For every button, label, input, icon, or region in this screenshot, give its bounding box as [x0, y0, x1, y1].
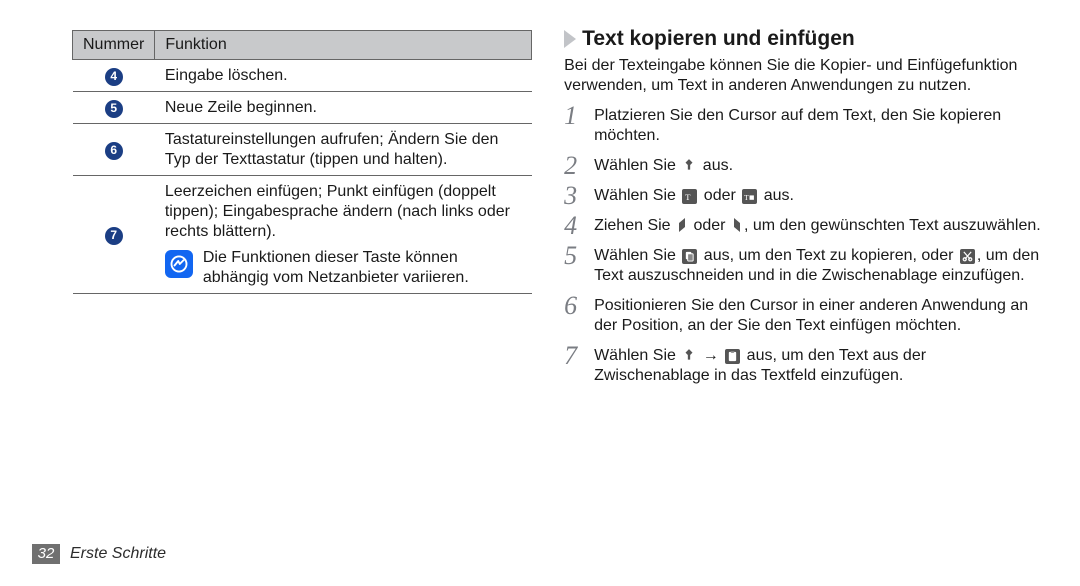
- heading-text: Text kopieren und einfügen: [582, 26, 855, 52]
- steps-list: Platzieren Sie den Cursor auf dem Text, …: [564, 106, 1046, 386]
- step-text: , um den gewünschten Text auszuwählen.: [744, 217, 1041, 234]
- note-text: Die Funktionen dieser Taste können abhän…: [203, 248, 522, 288]
- step-1: Platzieren Sie den Cursor auf dem Text, …: [564, 106, 1046, 146]
- step-5: Wählen Sie aus, um den Text zu kopieren,…: [564, 246, 1046, 286]
- step-text: aus, um den Text zu kopieren, oder: [699, 247, 958, 264]
- svg-text:T: T: [744, 193, 749, 202]
- paste-icon: [725, 349, 740, 364]
- step-text: Wählen Sie: [594, 247, 680, 264]
- cut-icon: [960, 249, 975, 264]
- number-badge-icon: 7: [105, 227, 123, 245]
- table-row: 5 Neue Zeile beginnen.: [73, 92, 532, 124]
- handle-left-icon: [677, 218, 687, 233]
- row-number-cell: 5: [73, 92, 155, 124]
- table-row: 4 Eingabe löschen.: [73, 60, 532, 92]
- table-row: 6 Tastatureinstellungen aufrufen; Ändern…: [73, 124, 532, 176]
- row-number-cell: 6: [73, 124, 155, 176]
- row-function-cell: Neue Zeile beginnen.: [155, 92, 532, 124]
- step-text: Wählen Sie: [594, 157, 680, 174]
- row-function-text: Leerzeichen einfügen; Punkt einfügen (do…: [165, 182, 522, 242]
- left-column: Nummer Funktion 4 Eingabe löschen. 5 Neu…: [72, 26, 544, 586]
- step-7: Wählen Sie → aus, um den Text aus der Zw…: [564, 346, 1046, 386]
- step-text: oder: [699, 187, 740, 204]
- handle-right-icon: [732, 218, 742, 233]
- select-all-icon: T: [742, 189, 757, 204]
- row-number-cell: 4: [73, 60, 155, 92]
- step-6: Positionieren Sie den Cursor in einer an…: [564, 296, 1046, 336]
- svg-text:T: T: [685, 192, 691, 202]
- step-4: Ziehen Sie oder , um den gewünschten Tex…: [564, 216, 1046, 236]
- step-text: Wählen Sie: [594, 187, 680, 204]
- step-text: oder: [689, 217, 730, 234]
- table-row: 7 Leerzeichen einfügen; Punkt einfügen (…: [73, 176, 532, 294]
- intro-text: Bei der Texteingabe können Sie die Kopie…: [564, 56, 1046, 96]
- note-block: Die Funktionen dieser Taste können abhän…: [165, 248, 522, 288]
- function-table: Nummer Funktion 4 Eingabe löschen. 5 Neu…: [72, 30, 532, 294]
- number-badge-icon: 6: [105, 142, 123, 160]
- number-badge-icon: 4: [105, 68, 123, 86]
- row-function-cell: Leerzeichen einfügen; Punkt einfügen (do…: [155, 176, 532, 294]
- table-header-number: Nummer: [73, 31, 155, 60]
- select-text-icon: T: [682, 189, 697, 204]
- copy-icon: [682, 249, 697, 264]
- step-text: aus.: [698, 157, 733, 174]
- step-3: Wählen Sie T oder T aus.: [564, 186, 1046, 206]
- row-function-cell: Eingabe löschen.: [155, 60, 532, 92]
- note-icon: [165, 250, 193, 278]
- step-text: Ziehen Sie: [594, 217, 675, 234]
- row-function-cell: Tastatureinstellungen aufrufen; Ändern S…: [155, 124, 532, 176]
- pin-icon: [682, 348, 696, 363]
- step-text: →: [698, 347, 723, 364]
- page-footer: 32 Erste Schritte: [32, 544, 166, 564]
- section-name: Erste Schritte: [70, 544, 166, 564]
- page: Nummer Funktion 4 Eingabe löschen. 5 Neu…: [0, 0, 1080, 586]
- step-text: Wählen Sie: [594, 347, 680, 364]
- page-number: 32: [32, 544, 60, 564]
- section-heading: Text kopieren und einfügen: [564, 26, 1046, 52]
- step-text: aus.: [759, 187, 794, 204]
- row-number-cell: 7: [73, 176, 155, 294]
- chevron-right-icon: [564, 30, 576, 48]
- number-badge-icon: 5: [105, 100, 123, 118]
- table-header-function: Funktion: [155, 31, 532, 60]
- step-2: Wählen Sie aus.: [564, 156, 1046, 176]
- pin-icon: [682, 158, 696, 173]
- right-column: Text kopieren und einfügen Bei der Texte…: [564, 26, 1046, 586]
- table-header-row: Nummer Funktion: [73, 31, 532, 60]
